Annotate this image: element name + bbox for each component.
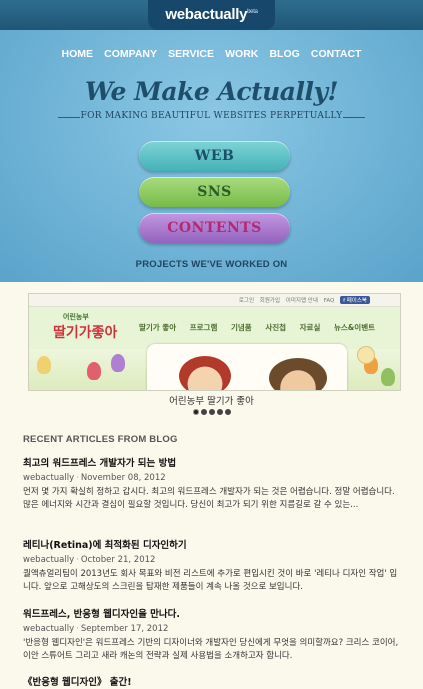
article-item: 《반응형 웹디자인》 출간!	[23, 676, 403, 689]
main-nav: HOME COMPANY SERVICE WORK BLOG CONTACT	[0, 42, 423, 61]
project-preview-image[interactable]: 로그인 회원가입 이미지맵 안내 FAQ f 페이스북 어린농부 딸기가좋아 딸…	[28, 293, 401, 391]
article-excerpt: 먼저 몇 가지 확실히 정하고 갑시다. 최고의 워드프레스 개발자가 되는 것…	[23, 487, 395, 510]
article-meta: webactually · September 17, 2012	[23, 623, 403, 636]
article-author[interactable]: webactually	[23, 555, 74, 565]
preview-top-strip: 로그인 회원가입 이미지맵 안내 FAQ f 페이스북	[29, 294, 400, 307]
meta-separator: ·	[76, 473, 79, 483]
preview-link-join: 회원가입	[259, 298, 281, 304]
meta-separator: ·	[76, 624, 79, 634]
article-date: October 21, 2012	[80, 555, 156, 565]
preview-logo: 어린농부 딸기가좋아	[53, 312, 131, 352]
site-logo[interactable]: webactuallybeta	[165, 6, 258, 23]
article-excerpt: '반응형 웹디자인'은 워드프레스 기반의 디자이너와 개발자인 당신에게 무엇…	[23, 638, 399, 661]
nav-blog[interactable]: BLOG	[269, 48, 299, 60]
article-item: 워드프레스, 반응형 웹디자인을 만나다. webactually · Septem…	[23, 608, 403, 663]
preview-character-illustration	[179, 356, 231, 390]
article-excerpt: 퀄액츄얼리팀이 2013년도 회사 목표와 비전 리스트에 추가로 편입시킨 것…	[23, 569, 398, 592]
preview-mascot-icon	[381, 368, 395, 386]
contents-button[interactable]: CONTENTS	[139, 213, 290, 243]
web-button[interactable]: WEB	[139, 141, 290, 171]
sns-button[interactable]: SNS	[139, 177, 290, 207]
preview-mascot-icon	[111, 354, 125, 372]
preview-mascot-icon	[37, 356, 51, 374]
preview-menu-item: 뉴스&이벤트	[333, 323, 376, 332]
article-meta: webactually · October 21, 2012	[23, 554, 403, 567]
preview-logo-big: 딸기가좋아	[53, 325, 118, 341]
slider-dot-4[interactable]	[216, 409, 223, 415]
preview-menu: 딸기가 좋아 프로그램 기념품 사진첩 자료실 뉴스&이벤트	[139, 322, 386, 333]
article-title[interactable]: 워드프레스, 반응형 웹디자인을 만나다.	[23, 608, 403, 621]
project-caption: 어린농부 딸기가 좋아	[169, 396, 254, 407]
logo-text[interactable]: webactually	[165, 6, 247, 23]
slider-dots	[0, 409, 423, 415]
preview-menu-item: 사진첩	[265, 323, 287, 332]
slider-dot-2[interactable]	[200, 409, 207, 415]
projects-heading: PROJECTS WE'VE WORKED ON	[135, 259, 288, 270]
preview-link-login: 로그인	[238, 298, 255, 304]
hero-section: HOME COMPANY SERVICE WORK BLOG CONTACT W…	[0, 30, 423, 282]
article-title[interactable]: 《반응형 웹디자인》 출간!	[23, 676, 403, 689]
article-item: 최고의 워드프레스 개발자가 되는 방법 webactually · Novembe…	[23, 457, 403, 512]
hero-headline: We Make Actually!	[85, 77, 339, 106]
preview-menu-item: 기념품	[230, 323, 252, 332]
slider-dot-1[interactable]	[192, 409, 199, 415]
nav-company[interactable]: COMPANY	[104, 48, 157, 60]
nav-work[interactable]: WORK	[225, 48, 258, 60]
nav-contact[interactable]: CONTACT	[311, 48, 362, 60]
tagline-row: FOR MAKING BEAUTIFUL WEBSITES PERPETUALL…	[58, 111, 365, 125]
preview-top-links: 로그인 회원가입 이미지맵 안내 FAQ f 페이스북	[235, 296, 370, 304]
article-meta: webactually · November 08, 2012	[23, 472, 403, 485]
article-date: September 17, 2012	[80, 624, 169, 634]
article-date: November 08, 2012	[80, 473, 166, 483]
preview-sun-icon	[357, 346, 375, 364]
preview-menu-item: 딸기가 좋아	[139, 323, 177, 332]
recent-articles-heading: RECENT ARTICLES FROM BLOG	[23, 434, 178, 445]
meta-separator: ·	[76, 555, 79, 565]
logo-tab[interactable]: webactuallybeta	[148, 0, 275, 30]
slider-dot-3[interactable]	[208, 409, 215, 415]
article-title[interactable]: 레티나(Retina)에 최적화된 디자인하기	[23, 539, 403, 552]
nav-home[interactable]: HOME	[62, 48, 94, 60]
preview-mascot-icon	[87, 362, 101, 380]
preview-menu-item: 자료실	[299, 323, 321, 332]
slider-dot-5[interactable]	[224, 409, 231, 415]
preview-facebook-badge: f 페이스북	[340, 296, 370, 304]
article-author[interactable]: webactually	[23, 624, 74, 634]
preview-menu-item: 프로그램	[189, 323, 218, 332]
article-title[interactable]: 최고의 워드프레스 개발자가 되는 방법	[23, 457, 403, 470]
preview-logo-small: 어린농부	[63, 313, 89, 321]
article-author[interactable]: webactually	[23, 473, 74, 483]
preview-link-faq: FAQ	[323, 298, 335, 304]
tagline-rule-right	[343, 117, 365, 118]
hero-tagline: FOR MAKING BEAUTIFUL WEBSITES PERPETUALL…	[80, 111, 343, 121]
article-item: 레티나(Retina)에 최적화된 디자인하기 webactually · Octo…	[23, 539, 403, 594]
preview-character-illustration	[269, 358, 327, 390]
top-bar: webactuallybeta	[0, 0, 423, 30]
nav-service[interactable]: SERVICE	[168, 48, 214, 60]
logo-beta-badge: beta	[247, 9, 258, 15]
preview-link-imagemap: 이미지맵 안내	[285, 298, 318, 304]
